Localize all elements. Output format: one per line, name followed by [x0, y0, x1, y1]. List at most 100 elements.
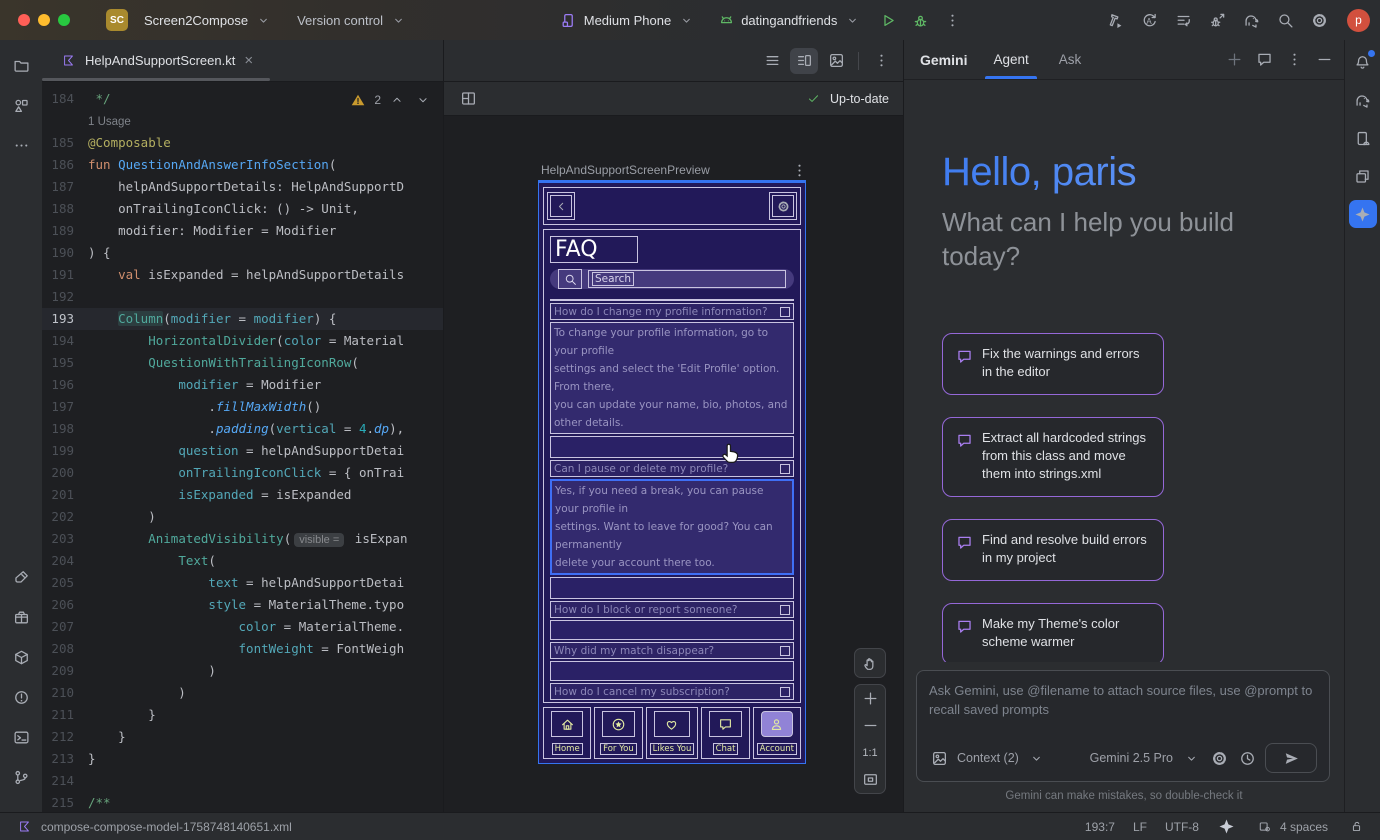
preview-menu-button[interactable] — [867, 48, 895, 74]
nav-item-chat[interactable]: Chat — [701, 707, 749, 759]
project-folder-icon[interactable] — [6, 50, 36, 80]
inspection-widget[interactable]: 2 — [348, 90, 433, 110]
build-variants-icon[interactable] — [6, 642, 36, 672]
gradle-icon[interactable] — [1349, 86, 1377, 114]
code-line[interactable]: 196 modifier = Modifier — [42, 374, 443, 396]
gradle-sync-icon[interactable] — [1237, 6, 1265, 34]
build-icon[interactable] — [1101, 6, 1129, 34]
next-warning-button[interactable] — [413, 90, 433, 110]
code-line[interactable]: 211 } — [42, 704, 443, 726]
encoding-selector[interactable]: UTF-8 — [1165, 820, 1199, 834]
attach-debugger-icon[interactable] — [1203, 6, 1231, 34]
preview-canvas[interactable]: HelpAndSupportScreenPreview FAQ Search — [444, 116, 903, 812]
run-configuration-selector[interactable]: datingandfriends — [708, 6, 870, 34]
gemini-icon[interactable] — [1349, 200, 1377, 228]
code-line[interactable]: 215/** — [42, 792, 443, 812]
faq-question[interactable]: How do I cancel my subscription? — [550, 683, 794, 700]
context-selector[interactable]: Context (2) — [957, 751, 1019, 765]
code-line[interactable]: 188 onTrailingIconClick: () -> Unit, — [42, 198, 443, 220]
vcs-widget[interactable]: Version control — [289, 6, 416, 34]
phone-preview[interactable]: FAQ Search How do I change my profile in… — [538, 180, 806, 764]
indent-selector[interactable]: 4 spaces — [1255, 817, 1328, 837]
preview-item-menu-button[interactable] — [789, 160, 809, 180]
line-ending-selector[interactable]: LF — [1133, 820, 1147, 834]
close-window-button[interactable] — [18, 14, 30, 26]
problems-icon[interactable] — [6, 682, 36, 712]
code-line[interactable]: 198 .padding(vertical = 4.dp), — [42, 418, 443, 440]
code-view-button[interactable] — [758, 48, 786, 74]
chat-history-button[interactable] — [1254, 50, 1274, 70]
code-line[interactable]: 213} — [42, 748, 443, 770]
gemini-menu-button[interactable] — [1284, 50, 1304, 70]
new-chat-button[interactable] — [1224, 50, 1244, 70]
maximize-window-button[interactable] — [58, 14, 70, 26]
minimize-window-button[interactable] — [38, 14, 50, 26]
project-selector[interactable]: Screen2Compose — [136, 6, 281, 34]
notifications-icon[interactable] — [1349, 48, 1377, 76]
status-file[interactable]: compose-compose-model-1758748140651.xml — [14, 817, 292, 837]
expand-icon[interactable] — [780, 646, 790, 656]
hide-panel-button[interactable] — [1314, 50, 1334, 70]
dependencies-icon[interactable] — [6, 602, 36, 632]
close-tab-button[interactable]: × — [242, 52, 255, 69]
code-line[interactable]: 212 } — [42, 726, 443, 748]
back-button[interactable] — [547, 192, 575, 220]
code-line[interactable]: 189 modifier: Modifier = Modifier — [42, 220, 443, 242]
code-line[interactable]: 197 .fillMaxWidth() — [42, 396, 443, 418]
code-line[interactable]: 202 ) — [42, 506, 443, 528]
caret-position[interactable]: 193:7 — [1085, 820, 1115, 834]
send-button[interactable] — [1265, 743, 1317, 773]
device-manager-icon[interactable] — [1349, 124, 1377, 152]
attach-image-icon[interactable] — [929, 748, 949, 768]
design-tools-icon[interactable] — [6, 562, 36, 592]
code-line[interactable]: 210 ) — [42, 682, 443, 704]
lock-icon[interactable] — [1346, 817, 1366, 837]
search-bar[interactable]: Search — [550, 269, 794, 289]
code-line[interactable]: 199 question = helpAndSupportDetai — [42, 440, 443, 462]
profiler-icon[interactable] — [1169, 6, 1197, 34]
user-avatar[interactable]: p — [1347, 9, 1370, 32]
expand-icon[interactable] — [780, 605, 790, 615]
resource-manager-icon[interactable] — [6, 90, 36, 120]
faq-question[interactable]: Why did my match disappear? — [550, 642, 794, 659]
code-line[interactable]: 193 Column(modifier = modifier) { — [42, 308, 443, 330]
code-line[interactable]: 206 style = MaterialTheme.typo — [42, 594, 443, 616]
tab-ask[interactable]: Ask — [1055, 40, 1086, 79]
faq-question[interactable]: How do I block or report someone? — [550, 601, 794, 618]
more-run-options-button[interactable] — [938, 6, 966, 34]
model-selector[interactable]: Gemini 2.5 Pro — [1090, 751, 1173, 765]
code-line[interactable]: 207 color = MaterialTheme. — [42, 616, 443, 638]
running-devices-icon[interactable] — [1349, 162, 1377, 190]
code-line[interactable]: 209 ) — [42, 660, 443, 682]
nav-item-likes-you[interactable]: Likes You — [646, 707, 699, 759]
tab-agent[interactable]: Agent — [989, 40, 1032, 79]
suggestion-card[interactable]: Fix the warnings and errors in the edito… — [942, 333, 1164, 395]
suggestion-card[interactable]: Find and resolve build errors in my proj… — [942, 519, 1164, 581]
suggestion-card[interactable]: Extract all hardcoded strings from this … — [942, 417, 1164, 497]
prev-warning-button[interactable] — [387, 90, 407, 110]
code-line[interactable]: 1 Usage — [42, 110, 443, 132]
faq-question[interactable]: Can I pause or delete my profile? — [550, 460, 794, 477]
code-line[interactable]: 203 AnimatedVisibility(visible = isExpan — [42, 528, 443, 550]
suggestion-card[interactable]: Make my Theme's color scheme warmer — [942, 603, 1164, 662]
run-button[interactable] — [874, 6, 902, 34]
expand-icon[interactable] — [780, 464, 790, 474]
nav-item-account[interactable]: Account — [753, 707, 801, 759]
code-line[interactable]: 208 fontWeight = FontWeigh — [42, 638, 443, 660]
zoom-actual-button[interactable]: 1:1 — [855, 739, 885, 766]
zoom-out-button[interactable] — [855, 712, 885, 739]
settings-button[interactable] — [769, 192, 797, 220]
nav-item-home[interactable]: Home — [543, 707, 591, 759]
gemini-settings-button[interactable] — [1209, 748, 1229, 768]
code-line[interactable]: 195 QuestionWithTrailingIconRow( — [42, 352, 443, 374]
code-line[interactable]: 187 helpAndSupportDetails: HelpAndSuppor… — [42, 176, 443, 198]
expand-icon[interactable] — [780, 307, 790, 317]
apply-changes-icon[interactable]: A — [1135, 6, 1163, 34]
split-view-button[interactable] — [790, 48, 818, 74]
editor-tab[interactable]: HelpAndSupportScreen.kt × — [42, 40, 267, 81]
settings-icon[interactable] — [1305, 6, 1333, 34]
sparkle-status-icon[interactable] — [1217, 817, 1237, 837]
window-controls[interactable] — [18, 14, 70, 26]
design-view-button[interactable] — [822, 48, 850, 74]
code-line[interactable]: 186fun QuestionAndAnswerInfoSection( — [42, 154, 443, 176]
